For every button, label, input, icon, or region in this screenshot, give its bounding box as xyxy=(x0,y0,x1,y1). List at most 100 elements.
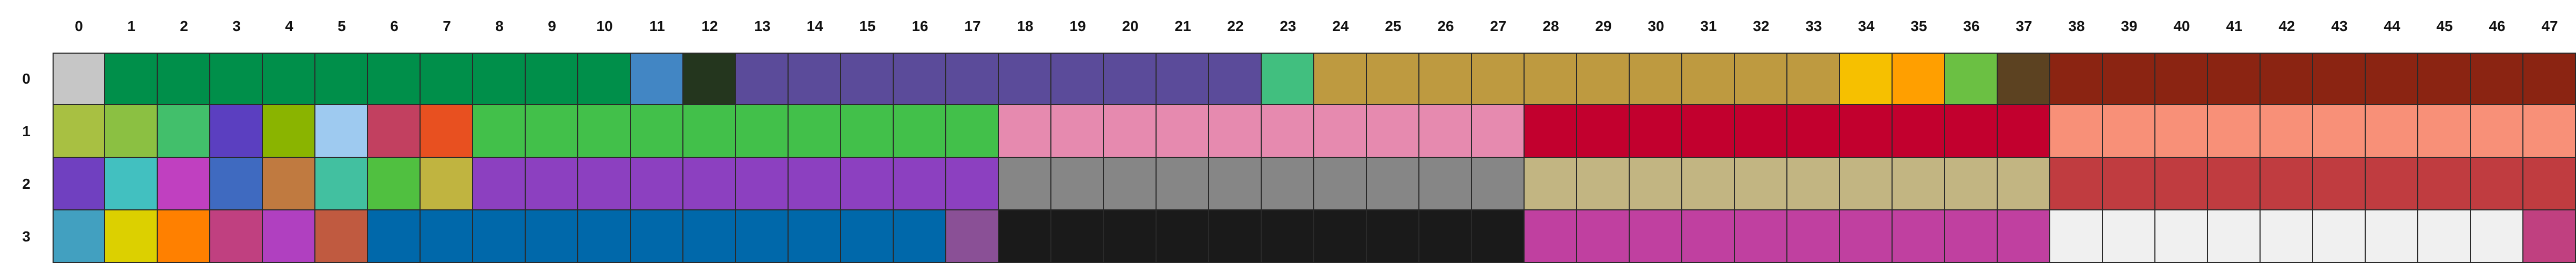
color-cell xyxy=(263,53,315,105)
color-cell xyxy=(631,105,683,158)
color-cell xyxy=(2155,105,2208,158)
column-header: 13 xyxy=(754,18,771,34)
color-cell xyxy=(1209,105,1262,158)
column-header: 18 xyxy=(1017,18,1034,34)
color-cell xyxy=(1472,53,1525,105)
color-cell xyxy=(1051,210,1104,263)
color-cell xyxy=(1840,210,1893,263)
color-cell xyxy=(1945,105,1998,158)
color-cell xyxy=(421,158,473,210)
column-header: 12 xyxy=(701,18,718,34)
color-cell xyxy=(2050,210,2103,263)
color-cell xyxy=(578,158,631,210)
color-cell xyxy=(2261,210,2313,263)
color-cell xyxy=(578,105,631,158)
color-cell xyxy=(1577,53,1630,105)
color-cell xyxy=(1104,158,1157,210)
color-cell xyxy=(1893,53,1945,105)
color-cell xyxy=(473,53,526,105)
color-cell xyxy=(2523,53,2576,105)
color-cell xyxy=(158,53,210,105)
column-header: 16 xyxy=(912,18,928,34)
color-cell xyxy=(210,105,263,158)
column-header: 14 xyxy=(806,18,823,34)
column-header: 2 xyxy=(180,18,188,34)
color-cell xyxy=(1630,210,1682,263)
color-cell xyxy=(1787,105,1840,158)
color-cell xyxy=(1419,210,1472,263)
column-header: 5 xyxy=(338,18,346,34)
color-cell xyxy=(421,53,473,105)
column-header: 19 xyxy=(1069,18,1086,34)
column-header: 4 xyxy=(285,18,293,34)
color-cell xyxy=(2208,105,2261,158)
column-header: 33 xyxy=(1805,18,1822,34)
row-header: 3 xyxy=(22,228,30,245)
color-cell xyxy=(1525,158,1577,210)
color-cell xyxy=(2261,105,2313,158)
color-cell xyxy=(210,158,263,210)
column-header: 43 xyxy=(2331,18,2348,34)
color-cell xyxy=(1682,158,1735,210)
color-cell xyxy=(158,158,210,210)
color-cell xyxy=(1314,210,1367,263)
column-header: 41 xyxy=(2226,18,2243,34)
color-cell xyxy=(1735,158,1787,210)
color-cell xyxy=(894,210,946,263)
color-cell xyxy=(53,210,105,263)
color-cell xyxy=(1525,105,1577,158)
column-header: 47 xyxy=(2541,18,2558,34)
column-header: 17 xyxy=(964,18,981,34)
color-cell xyxy=(1630,53,1682,105)
color-cell xyxy=(789,158,841,210)
column-header: 29 xyxy=(1595,18,1612,34)
column-header: 40 xyxy=(2173,18,2190,34)
color-cell xyxy=(53,53,105,105)
color-cell xyxy=(526,53,578,105)
row-header: 2 xyxy=(22,176,30,192)
color-cell xyxy=(1735,210,1787,263)
color-cell xyxy=(1367,105,1419,158)
color-cell xyxy=(2418,53,2471,105)
color-cell xyxy=(2208,53,2261,105)
color-cell xyxy=(2208,210,2261,263)
color-cell xyxy=(1787,53,1840,105)
color-cell xyxy=(1998,105,2050,158)
column-header: 37 xyxy=(2016,18,2032,34)
column-header: 45 xyxy=(2436,18,2453,34)
column-header: 15 xyxy=(859,18,876,34)
color-cell xyxy=(473,105,526,158)
color-cell xyxy=(526,210,578,263)
column-header: 23 xyxy=(1280,18,1296,34)
color-cell xyxy=(2050,158,2103,210)
color-cell xyxy=(315,158,368,210)
color-cell xyxy=(158,105,210,158)
column-header: 9 xyxy=(548,18,556,34)
color-grid: 0 1 2 3 4 5 6 7 8 9 10 11 12 13 14 15 16 17 18 19 20 21 22 23 24… xyxy=(0,0,2576,263)
color-cell xyxy=(1998,53,2050,105)
color-cell xyxy=(1577,158,1630,210)
color-cell xyxy=(894,105,946,158)
color-cell xyxy=(1157,158,1209,210)
color-cell xyxy=(1945,53,1998,105)
color-cell xyxy=(841,210,894,263)
color-cell xyxy=(1262,105,1314,158)
color-cell xyxy=(1157,210,1209,263)
color-cell xyxy=(1735,53,1787,105)
color-cell xyxy=(1893,158,1945,210)
color-cell xyxy=(946,105,999,158)
color-cell xyxy=(999,158,1051,210)
color-cell xyxy=(1630,105,1682,158)
column-header: 26 xyxy=(1437,18,1454,34)
color-cell xyxy=(2523,158,2576,210)
color-cell xyxy=(789,105,841,158)
color-cell xyxy=(1525,210,1577,263)
column-header: 30 xyxy=(1648,18,1664,34)
color-cell xyxy=(1367,53,1419,105)
column-header: 1 xyxy=(127,18,136,34)
color-cell xyxy=(946,210,999,263)
color-cell xyxy=(2155,210,2208,263)
color-cell xyxy=(2523,105,2576,158)
column-header: 46 xyxy=(2489,18,2506,34)
color-cell xyxy=(1577,105,1630,158)
